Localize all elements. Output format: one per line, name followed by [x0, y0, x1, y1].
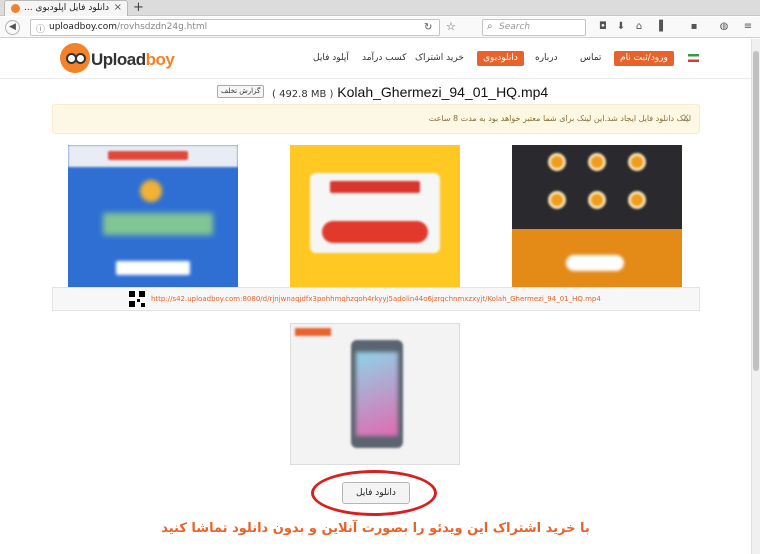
- nav-download-bot[interactable]: دانلودبوی: [477, 51, 524, 66]
- iran-flag-icon[interactable]: [688, 54, 699, 62]
- nav-buy-subscription[interactable]: خرید اشتراک: [415, 53, 464, 63]
- site-header: Uploadboy آپلود فایل کسب درآمد خرید اشتر…: [0, 39, 751, 79]
- qr-code-icon[interactable]: [129, 291, 145, 307]
- reload-icon[interactable]: ↻: [424, 21, 432, 35]
- pocket-icon[interactable]: ◘: [597, 21, 609, 33]
- logo-mascot-icon: [60, 43, 90, 73]
- search-placeholder: Search: [499, 22, 531, 32]
- alert-message: لینک دانلود فایل ایجاد شد.این لینک برای …: [428, 114, 691, 123]
- link-ready-alert: x لینک دانلود فایل ایجاد شد.این لینک برا…: [52, 104, 700, 134]
- new-tab-button[interactable]: +: [133, 0, 144, 15]
- lock-icon: ⓘ: [36, 25, 46, 35]
- address-bar[interactable]: ⓘ uploadboy.com/rovhsdzdn24g.html: [30, 19, 440, 36]
- search-input[interactable]: ⌕ Search: [482, 19, 586, 36]
- scrollbar[interactable]: [751, 39, 760, 554]
- file-name: Kolah_Ghermezi_94_01_HQ.mp4: [337, 84, 549, 100]
- report-abuse-button[interactable]: گزارش تخلف: [217, 85, 265, 98]
- file-size: ( 492.8 MB ): [272, 89, 334, 100]
- nav-upload-file[interactable]: آپلود فایل: [313, 53, 349, 63]
- file-title: ( 492.8 MB ) Kolah_Ghermezi_94_01_HQ.mp4: [272, 84, 548, 100]
- tab-bar: دانلود فایل آپلودبوی ... × +: [0, 0, 760, 16]
- menu-icon[interactable]: ≡: [742, 21, 754, 33]
- url-text: uploadboy.com/rovhsdzdn24g.html: [49, 22, 208, 32]
- scrollbar-thumb[interactable]: [753, 51, 759, 371]
- download-file-button[interactable]: دانلود فایل: [342, 482, 410, 504]
- star-icon[interactable]: ☆: [446, 20, 456, 34]
- browser-toolbar: ◀ ⓘ uploadboy.com/rovhsdzdn24g.html ↻ ☆ …: [0, 17, 760, 38]
- download-link[interactable]: http://s42.uploadboy.com:8080/d/rjnjwnaq…: [151, 295, 601, 303]
- ad-banner-bottom[interactable]: [290, 323, 460, 465]
- tab-title: دانلود فایل آپلودبوی ...: [23, 3, 109, 13]
- home-icon[interactable]: ⌂: [633, 21, 645, 33]
- ad-banner-left[interactable]: [68, 145, 238, 287]
- ad-banner-right[interactable]: [512, 145, 682, 287]
- addon-icon[interactable]: ▌: [657, 21, 669, 33]
- nav-earn-money[interactable]: کسب درآمد: [362, 53, 406, 63]
- uploadboy-logo[interactable]: Uploadboy: [60, 43, 175, 75]
- extension-icon[interactable]: ▪: [688, 21, 700, 33]
- search-icon: ⌕: [487, 21, 493, 32]
- back-arrow-icon[interactable]: ◀: [5, 20, 20, 35]
- nav-login-signup[interactable]: ورود/ثبت نام: [614, 51, 674, 66]
- site-favicon-icon: [11, 4, 20, 13]
- globe-icon[interactable]: ◍: [718, 21, 730, 33]
- ad-banner-center[interactable]: [290, 145, 460, 287]
- logo-text: Uploadboy: [91, 50, 175, 69]
- download-icon[interactable]: ⬇: [615, 21, 627, 33]
- browser-tab[interactable]: دانلود فایل آپلودبوی ... ×: [4, 0, 128, 16]
- nav-about[interactable]: درباره: [535, 53, 558, 63]
- nav-contact[interactable]: تماس: [580, 53, 601, 63]
- download-link-panel: http://s42.uploadboy.com:8080/d/rjnjwnaq…: [52, 287, 700, 311]
- tab-close-icon[interactable]: ×: [114, 2, 122, 13]
- subscription-promo-text: با خرید اشتراک این ویدئو را بصورت آنلاین…: [161, 521, 590, 536]
